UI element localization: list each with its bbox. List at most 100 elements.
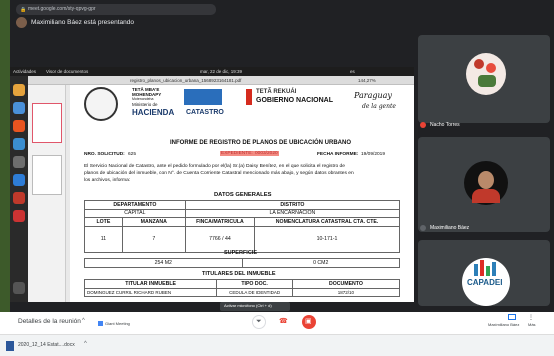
face-icon bbox=[478, 171, 494, 189]
app-icon bbox=[13, 192, 25, 204]
paraguay-logo-tagline: de la gente bbox=[362, 103, 396, 110]
viewer-toolbar: registro_planos_ubicacion_urbana_1568923… bbox=[28, 76, 415, 85]
mic-button[interactable]: ⏷ bbox=[252, 315, 266, 329]
chevron-up-icon[interactable]: ^ bbox=[84, 341, 87, 347]
gobierno-logo-text: TETÃ REKUÁI bbox=[256, 89, 297, 95]
avatar bbox=[464, 161, 508, 205]
table-cell: 11 bbox=[84, 225, 123, 253]
hangup-button[interactable]: ☎ bbox=[277, 315, 291, 329]
present-screen-icon[interactable] bbox=[508, 314, 516, 320]
titulares-table: TITULAR INMUEBLE TIPO DOC. DOCUMENTO DOM… bbox=[83, 279, 401, 297]
ministry-logo-text: Ministerio de bbox=[132, 102, 158, 107]
chrome-icon bbox=[13, 102, 25, 114]
meet-bottom-bar: Detalles de la reunión ^ Giant Meeting A… bbox=[0, 302, 554, 334]
viewer-filename: registro_planos_ubicacion_urbana_1568923… bbox=[130, 78, 242, 83]
table-cell: 7766 / 44 bbox=[184, 225, 256, 253]
table-header: DEPARTAMENTO bbox=[84, 200, 186, 210]
flower-icon bbox=[474, 59, 484, 69]
ubuntu-top-bar: Actividades Visor de documentos mar, 22 … bbox=[10, 67, 415, 76]
expediente-value: 0003/2020 bbox=[254, 151, 279, 156]
presenter-label: Maximiliano Báez está presentando bbox=[31, 19, 134, 26]
address-bar[interactable]: meet.google.com/sty-qpvg-gpr bbox=[16, 4, 216, 15]
language-label: es bbox=[350, 69, 355, 74]
clock-label: mar, 22 de dic, 19:39 bbox=[200, 69, 243, 74]
tooltip-text: Activar micrófono (Ctrl + d) bbox=[224, 303, 272, 308]
ubuntu-dock bbox=[10, 76, 28, 302]
section-heading: SUPERFICIE bbox=[224, 250, 258, 256]
solicitud-value: 625 bbox=[128, 152, 137, 157]
flower-icon bbox=[486, 63, 496, 73]
table-header: FINCA/MATRICULA bbox=[184, 217, 256, 227]
fecha-value: 19/09/2019 bbox=[361, 152, 386, 157]
table-cell: DOMINGUEZ CURRIL RICHARD RUBEN bbox=[83, 287, 218, 297]
mic-muted-icon bbox=[420, 122, 426, 128]
desktop-background bbox=[0, 0, 10, 356]
table-header: TIPO DOC. bbox=[216, 279, 293, 289]
more-options-label[interactable]: Más bbox=[528, 322, 536, 327]
table-header: DOCUMENTO bbox=[291, 279, 401, 289]
pdf-page: TETÃ MBA'E MOHENDAPY Motenondeha Ministe… bbox=[70, 85, 415, 302]
word-file-icon bbox=[6, 341, 14, 351]
show-apps-icon bbox=[13, 282, 25, 294]
section-heading: TITULARES DEL INMUEBLE bbox=[202, 271, 276, 277]
meeting-icon bbox=[98, 321, 103, 326]
body-text: planos de ubicación del inmueble, con N°… bbox=[84, 171, 354, 176]
activities-label: Actividades bbox=[13, 69, 37, 74]
catastro-logo: CATASTRO bbox=[186, 109, 224, 116]
vscode-icon bbox=[13, 174, 25, 186]
table-header: MANZANA bbox=[121, 217, 186, 227]
table-cell: LA ENCARNACION bbox=[184, 208, 401, 218]
gobierno-logo: GOBIERNO NACIONAL bbox=[256, 97, 333, 104]
table-header: NOMENCLATURA CATASTRAL CTA. CTE. bbox=[254, 217, 400, 227]
app-icon bbox=[13, 210, 25, 222]
phone-hangup-icon: ☎ bbox=[279, 318, 288, 325]
tooltip: Activar micrófono (Ctrl + d) bbox=[220, 302, 290, 311]
hacienda-logo: HACIENDA bbox=[132, 108, 175, 117]
table-cell: 1872/10 bbox=[291, 287, 401, 297]
table-header: DISTRITO bbox=[184, 200, 401, 210]
table-header: LOTE bbox=[84, 217, 123, 227]
mic-icon bbox=[420, 225, 426, 231]
section-heading: DATOS GENERALES bbox=[214, 192, 272, 198]
bar-icon bbox=[474, 264, 478, 276]
table-cell: 0 CM2 bbox=[241, 258, 400, 268]
participant-tile[interactable]: Nacho Torres bbox=[418, 35, 550, 128]
table-cell: CAPITAL bbox=[84, 208, 186, 218]
telegram-icon bbox=[13, 138, 25, 150]
more-options-icon[interactable]: ⋮ bbox=[528, 314, 534, 321]
mic-icon: ⏷ bbox=[256, 318, 262, 325]
avatar: CAPADEI bbox=[462, 258, 510, 306]
table-cell: CEDULA DE IDENTIDAD bbox=[216, 287, 293, 297]
zoom-level[interactable]: 144,27% bbox=[358, 76, 376, 85]
avatar bbox=[466, 53, 506, 95]
participant-tile[interactable]: Maximiliano Báez bbox=[418, 137, 550, 232]
app-menu-label: Visor de documentos bbox=[46, 69, 89, 74]
terminal-icon bbox=[13, 156, 25, 168]
chevron-up-icon[interactable]: ^ bbox=[82, 318, 85, 324]
document-title: INFORME DE REGISTRO DE PLANOS DE UBICACI… bbox=[170, 140, 352, 146]
seal-icon bbox=[84, 87, 118, 121]
presenting-label[interactable]: Maximiliano Báez bbox=[488, 322, 519, 327]
lock-icon: 🔒 bbox=[20, 7, 27, 13]
table-cell: 7 bbox=[121, 225, 186, 253]
bar-icon bbox=[492, 262, 496, 276]
firefox-icon bbox=[13, 84, 25, 96]
download-item[interactable]: 2020_12_14 Estat....docx bbox=[18, 342, 75, 348]
bar-icon bbox=[480, 260, 484, 276]
paraguay-logo: Paraguay bbox=[354, 91, 392, 100]
files-icon bbox=[13, 120, 25, 132]
body-text: El Servicio Nacional de Catastro, ante e… bbox=[84, 164, 345, 169]
capadei-logo-text: CAPADEI bbox=[467, 278, 503, 287]
table-header: TITULAR INMUEBLE bbox=[83, 279, 218, 289]
meeting-details-button[interactable]: Detalles de la reunión bbox=[18, 318, 81, 325]
table-cell: 10-171-1 bbox=[254, 225, 400, 253]
body-text: los archivos, informa: bbox=[84, 178, 131, 183]
bar-icon bbox=[486, 266, 490, 276]
page-thumbnail-2[interactable] bbox=[32, 155, 62, 195]
participant-name: Maximiliano Báez bbox=[430, 225, 470, 231]
camera-off-button[interactable]: ▣ bbox=[302, 315, 316, 329]
page-thumbnail-1[interactable] bbox=[32, 103, 62, 143]
participant-tile[interactable]: CAPADEI bbox=[418, 240, 550, 306]
downloads-bar: 2020_12_14 Estat....docx ^ bbox=[0, 334, 554, 356]
thumbnail-sidebar bbox=[28, 85, 66, 302]
